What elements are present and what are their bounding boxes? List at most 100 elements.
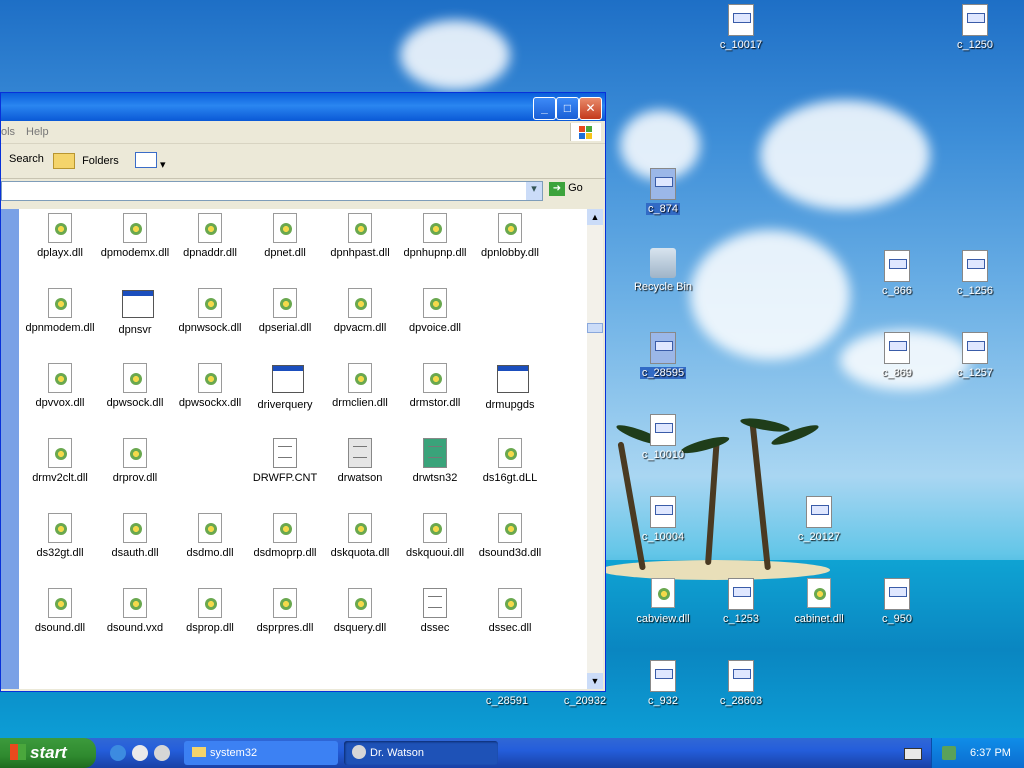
file-item[interactable]: drmv2clt.dll bbox=[23, 438, 97, 484]
document-icon bbox=[884, 332, 910, 364]
file-item[interactable]: driverquery bbox=[248, 363, 322, 411]
file-item[interactable]: dsprpres.dll bbox=[248, 588, 322, 634]
close-button[interactable]: ✕ bbox=[579, 97, 602, 120]
file-item[interactable]: dpnet.dll bbox=[248, 213, 322, 259]
search-button[interactable]: Search bbox=[1, 153, 44, 165]
file-item[interactable]: dpnlobby.dll bbox=[473, 213, 547, 259]
desktop-icon-c_10010[interactable]: c_10010 bbox=[624, 414, 702, 461]
file-name: drmv2clt.dll bbox=[32, 472, 88, 484]
file-item[interactable]: ds32gt.dll bbox=[23, 513, 97, 559]
task-label: system32 bbox=[210, 747, 258, 759]
file-item[interactable]: dsdmoprp.dll bbox=[248, 513, 322, 559]
desktop-icon-c_874[interactable]: c_874 bbox=[624, 168, 702, 215]
dll-file-icon bbox=[273, 588, 297, 618]
file-item[interactable]: dpvvox.dll bbox=[23, 363, 97, 409]
dll-file-icon bbox=[348, 213, 372, 243]
file-item[interactable]: drmupgds bbox=[473, 363, 547, 411]
file-item[interactable]: dsprop.dll bbox=[173, 588, 247, 634]
file-item[interactable]: dpwsock.dll bbox=[98, 363, 172, 409]
file-item[interactable]: dsquery.dll bbox=[323, 588, 397, 634]
desktop-icon-c_932[interactable]: c_932 bbox=[624, 660, 702, 707]
file-item[interactable]: dpnsvr bbox=[98, 288, 172, 336]
desktop-icon-c_20127[interactable]: c_20127 bbox=[780, 496, 858, 543]
file-name: dsound3d.dll bbox=[478, 547, 542, 559]
address-field[interactable]: ▾ bbox=[1, 181, 543, 201]
file-item[interactable]: dpwsockx.dll bbox=[173, 363, 247, 409]
task-system32[interactable]: system32 bbox=[184, 741, 338, 765]
address-dropdown-button[interactable]: ▾ bbox=[526, 182, 542, 200]
tray-app-icon[interactable] bbox=[942, 746, 956, 760]
file-item[interactable]: dpvacm.dll bbox=[323, 288, 397, 334]
folders-button[interactable]: Folders bbox=[53, 153, 119, 169]
desktop-icon-c_10004[interactable]: c_10004 bbox=[624, 496, 702, 543]
desktop-icon-c_1250[interactable]: c_1250 bbox=[936, 4, 1014, 51]
file-item[interactable]: dssec bbox=[398, 588, 472, 634]
task-dr-watson[interactable]: Dr. Watson bbox=[344, 741, 498, 765]
go-label: Go bbox=[568, 182, 583, 194]
views-button[interactable]: ▾ bbox=[135, 152, 166, 171]
file-item[interactable]: dsound3d.dll bbox=[473, 513, 547, 559]
go-button[interactable]: ➜ Go bbox=[549, 182, 583, 196]
file-item[interactable]: dpvoice.dll bbox=[398, 288, 472, 334]
scroll-up-button[interactable]: ▲ bbox=[587, 209, 603, 225]
file-item[interactable]: dpnwsock.dll bbox=[173, 288, 247, 334]
desktop-icon-c_866[interactable]: c_866 bbox=[858, 250, 936, 297]
document-icon bbox=[650, 168, 676, 200]
window-titlebar[interactable]: _ □ ✕ bbox=[1, 93, 605, 121]
desktop-icon-c_950[interactable]: c_950 bbox=[858, 578, 936, 625]
file-item[interactable]: dsdmo.dll bbox=[173, 513, 247, 559]
desktop-icon-c_1257[interactable]: c_1257 bbox=[936, 332, 1014, 379]
file-item[interactable]: dplayx.dll bbox=[23, 213, 97, 259]
application-icon bbox=[122, 290, 154, 318]
file-item[interactable]: dskquota.dll bbox=[323, 513, 397, 559]
file-item[interactable]: drwtsn32 bbox=[398, 438, 472, 484]
desktop-icon-c_28595[interactable]: c_28595 bbox=[624, 332, 702, 379]
file-item[interactable]: dsound.vxd bbox=[98, 588, 172, 634]
file-item[interactable]: drwatson bbox=[323, 438, 397, 484]
file-item[interactable]: dpserial.dll bbox=[248, 288, 322, 334]
quick-launch-outlook-icon[interactable] bbox=[132, 745, 148, 761]
file-item[interactable]: dpnhpast.dll bbox=[323, 213, 397, 259]
file-name: dsprop.dll bbox=[186, 622, 234, 634]
file-item[interactable]: DRWFP.CNT bbox=[248, 438, 322, 484]
desktop-icon-recycle-bin[interactable]: Recycle Bin bbox=[624, 248, 702, 293]
file-item[interactable]: dskquoui.dll bbox=[398, 513, 472, 559]
desktop-icon-c_869[interactable]: c_869 bbox=[858, 332, 936, 379]
dll-file-icon bbox=[273, 288, 297, 318]
desktop-icon-c_10017[interactable]: c_10017 bbox=[702, 4, 780, 51]
file-item[interactable]: dpnmodem.dll bbox=[23, 288, 97, 334]
quick-launch-media-icon[interactable] bbox=[154, 745, 170, 761]
clock[interactable]: 6:37 PM bbox=[970, 747, 1011, 759]
file-name: drwtsn32 bbox=[412, 472, 458, 484]
menu-help[interactable]: Help bbox=[26, 126, 49, 138]
file-item[interactable]: drmclien.dll bbox=[323, 363, 397, 409]
scroll-down-button[interactable]: ▼ bbox=[587, 673, 603, 689]
file-item[interactable]: drmstor.dll bbox=[398, 363, 472, 409]
dll-file-icon bbox=[123, 438, 147, 468]
file-item[interactable]: dsauth.dll bbox=[98, 513, 172, 559]
desktop-icon-c_28603[interactable]: c_28603 bbox=[702, 660, 780, 707]
dll-file-icon bbox=[498, 513, 522, 543]
quick-launch-ie-icon[interactable] bbox=[110, 745, 126, 761]
vertical-scrollbar[interactable]: ▲ ▼ bbox=[587, 209, 603, 689]
keyboard-icon[interactable] bbox=[904, 748, 922, 760]
file-item[interactable]: dpnaddr.dll bbox=[173, 213, 247, 259]
start-button[interactable]: start bbox=[0, 738, 96, 768]
file-item[interactable]: dssec.dll bbox=[473, 588, 547, 634]
scroll-thumb[interactable] bbox=[587, 323, 603, 333]
maximize-button[interactable]: □ bbox=[556, 97, 579, 120]
file-name: dskquota.dll bbox=[330, 547, 390, 559]
file-item[interactable]: dsound.dll bbox=[23, 588, 97, 634]
file-item[interactable]: ds16gt.dLL bbox=[473, 438, 547, 484]
desktop-icon-c_1256[interactable]: c_1256 bbox=[936, 250, 1014, 297]
desktop-icon-cabview-dll[interactable]: cabview.dll bbox=[624, 578, 702, 625]
desktop-icon-cabinet-dll[interactable]: cabinet.dll bbox=[780, 578, 858, 625]
desktop-icon-c_1253[interactable]: c_1253 bbox=[702, 578, 780, 625]
dll-file-icon bbox=[48, 213, 72, 243]
minimize-button[interactable]: _ bbox=[533, 97, 556, 120]
file-item[interactable]: dpmodemx.dll bbox=[98, 213, 172, 259]
file-name: dpnsvr bbox=[118, 324, 152, 336]
file-item[interactable]: drprov.dll bbox=[98, 438, 172, 484]
menu-tools[interactable]: ols bbox=[1, 126, 15, 138]
file-item[interactable]: dpnhupnp.dll bbox=[398, 213, 472, 259]
